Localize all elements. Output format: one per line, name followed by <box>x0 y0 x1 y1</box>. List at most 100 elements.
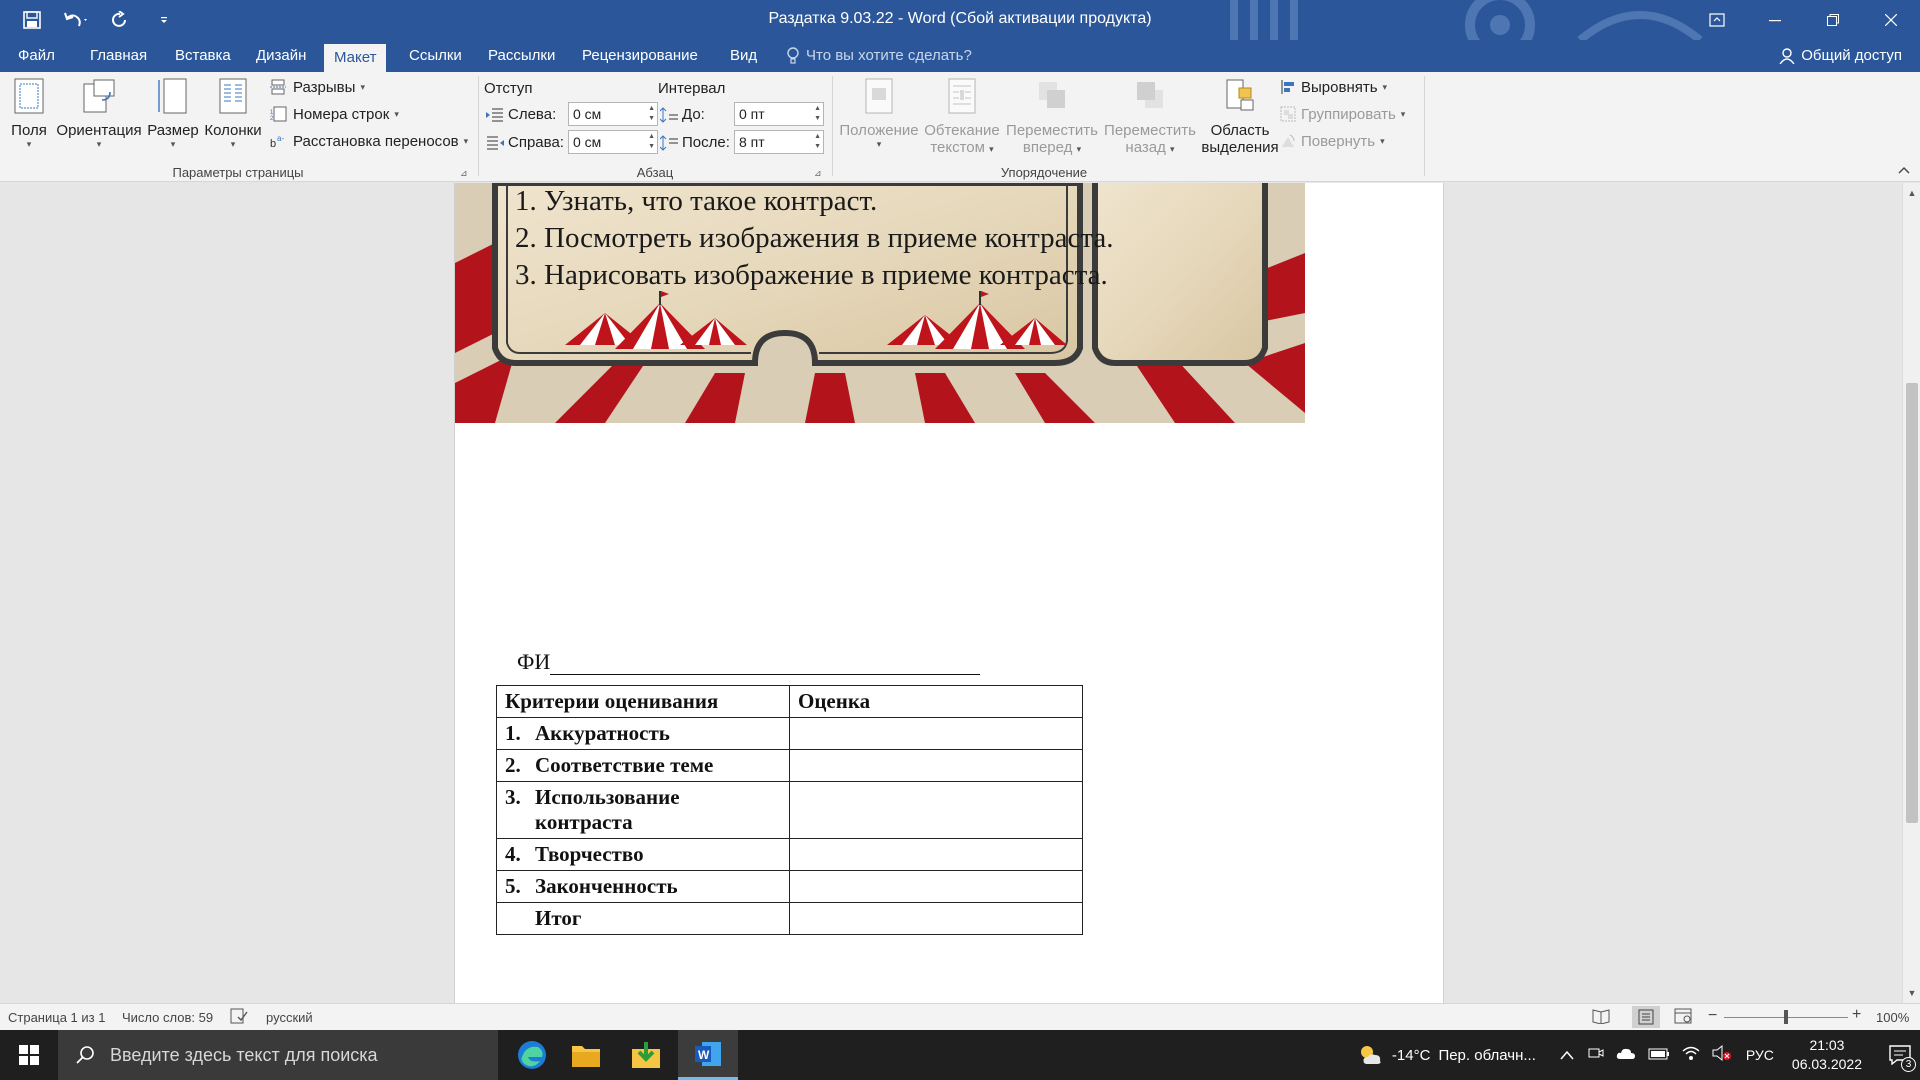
search-icon <box>76 1046 94 1064</box>
restore-icon[interactable] <box>1804 0 1862 40</box>
breaks-button[interactable]: Разрывы ▾ <box>270 76 365 98</box>
spin-arrows-icon[interactable]: ▲ ▼ <box>648 132 655 152</box>
battery-icon[interactable] <box>1648 1047 1670 1064</box>
minimize-icon[interactable] <box>1746 0 1804 40</box>
tab-insert[interactable]: Вставка <box>165 40 241 72</box>
position-button[interactable]: Положение ▾ <box>838 78 920 150</box>
table-cell[interactable]: Итог <box>496 902 790 935</box>
tab-design[interactable]: Дизайн <box>246 40 316 72</box>
vertical-scrollbar[interactable]: ▲ ▼ <box>1902 183 1920 1003</box>
table-cell[interactable]: 2. Соответствие теме <box>496 749 790 782</box>
score-cell[interactable] <box>789 870 1083 903</box>
zoom-level[interactable]: 100% <box>1876 1010 1909 1025</box>
table-cell[interactable]: 4. Творчество <box>496 838 790 871</box>
line-numbers-button[interactable]: 12 Номера строк ▾ <box>270 103 399 125</box>
weather-temp[interactable]: -14°C <box>1392 1047 1431 1064</box>
tell-me-box[interactable]: Что вы хотите сделать? <box>786 40 972 72</box>
selection-pane-button[interactable]: Область выделения <box>1194 78 1286 156</box>
volume-muted-icon[interactable] <box>1712 1044 1732 1065</box>
score-cell[interactable] <box>789 717 1083 750</box>
send-backward-button[interactable]: Переместить назад ▾ <box>1102 78 1198 156</box>
print-layout-icon[interactable] <box>1632 1006 1660 1028</box>
indent-left-input[interactable]: 0 см ▲ ▼ <box>568 102 658 126</box>
tab-layout[interactable]: Макет <box>324 44 387 72</box>
score-cell[interactable] <box>789 838 1083 871</box>
dialog-launcher-icon[interactable]: ⊿ <box>814 168 824 178</box>
notification-center-icon[interactable]: 3 <box>1880 1030 1920 1080</box>
spin-arrows-icon[interactable]: ▲ ▼ <box>648 104 655 124</box>
size-button[interactable]: Размер ▾ <box>146 78 200 150</box>
meet-now-icon[interactable] <box>1588 1045 1604 1065</box>
close-icon[interactable] <box>1862 0 1920 40</box>
weather-text[interactable]: Пер. облачн... <box>1438 1047 1535 1064</box>
rotate-icon <box>1282 134 1295 147</box>
tab-review[interactable]: Рецензирование <box>572 40 708 72</box>
edge-browser-icon[interactable] <box>502 1030 562 1080</box>
bring-forward-button[interactable]: Переместить вперед ▾ <box>1004 78 1100 156</box>
dialog-launcher-icon[interactable]: ⊿ <box>460 168 470 178</box>
input-language[interactable]: РУС <box>1746 1047 1774 1063</box>
margins-button[interactable]: Поля ▾ <box>8 78 50 150</box>
chevron-down-icon: ▾ <box>989 144 994 154</box>
scroll-down-icon[interactable]: ▼ <box>1903 985 1920 1001</box>
rotate-button[interactable]: Повернуть ▾ <box>1280 130 1385 152</box>
spacing-before-input[interactable]: 0 пт ▲ ▼ <box>734 102 824 126</box>
zoom-slider-thumb[interactable] <box>1784 1010 1788 1024</box>
row-number: 5. <box>505 874 521 898</box>
clock-time: 21:03 <box>1809 1037 1845 1053</box>
file-explorer-icon[interactable] <box>556 1030 616 1080</box>
weather-icon[interactable] <box>1356 1043 1384 1067</box>
scrollbar-thumb[interactable] <box>1906 383 1918 823</box>
wrap-text-button[interactable]: Обтекание текстом ▾ <box>922 78 1002 156</box>
selection-pane-label-2: выделения <box>1201 139 1279 156</box>
indent-left-text: Слева: <box>508 106 557 123</box>
document-page[interactable]: 1. Узнать, что такое контраст. 2. Посмот… <box>454 183 1444 1003</box>
collapse-ribbon-icon[interactable] <box>1898 163 1910 177</box>
chevron-down-icon: ▾ <box>360 81 365 92</box>
spin-arrows-icon[interactable]: ▲ ▼ <box>814 132 821 152</box>
score-cell[interactable] <box>789 749 1083 782</box>
page-count[interactable]: Страница 1 из 1 <box>8 1010 105 1025</box>
proofing-icon[interactable] <box>230 1008 248 1027</box>
align-button[interactable]: Выровнять ▾ <box>1280 76 1387 98</box>
scroll-up-icon[interactable]: ▲ <box>1903 185 1920 201</box>
language-indicator[interactable]: русский <box>266 1010 313 1025</box>
orientation-button[interactable]: Ориентация ▾ <box>56 78 142 150</box>
web-layout-icon[interactable] <box>1674 1008 1692 1027</box>
tab-file[interactable]: Файл <box>8 40 65 72</box>
score-cell[interactable] <box>789 902 1083 935</box>
wifi-icon[interactable] <box>1682 1045 1700 1065</box>
group-button[interactable]: Группировать ▾ <box>1280 103 1405 125</box>
hyphenation-button[interactable]: b a- Расстановка переносов ▾ <box>270 130 468 152</box>
clock[interactable]: 21:03 06.03.2022 <box>1792 1036 1862 1074</box>
read-mode-icon[interactable] <box>1592 1008 1610 1027</box>
indent-right-input[interactable]: 0 см ▲ ▼ <box>568 130 658 154</box>
tab-home[interactable]: Главная <box>80 40 157 72</box>
taskbar-search-box[interactable]: Введите здесь текст для поиска <box>58 1030 498 1080</box>
share-button[interactable]: Общий доступ <box>1779 40 1902 72</box>
spin-arrows-icon[interactable]: ▲ ▼ <box>814 104 821 124</box>
onedrive-icon[interactable] <box>1616 1046 1636 1064</box>
word-app-icon[interactable]: W <box>678 1030 738 1080</box>
tab-view[interactable]: Вид <box>720 40 767 72</box>
chevron-up-icon[interactable] <box>1560 1047 1574 1064</box>
word-count[interactable]: Число слов: 59 <box>122 1010 213 1025</box>
hyphenation-label: Расстановка переносов <box>293 132 459 150</box>
table-cell[interactable]: 5. Законченность <box>496 870 790 903</box>
table-cell[interactable]: 1. Аккуратность <box>496 717 790 750</box>
table-header-cell[interactable]: Критерии оценивания <box>496 685 790 718</box>
spacing-after-input[interactable]: 8 пт ▲ ▼ <box>734 130 824 154</box>
chevron-down-icon: ▾ <box>463 135 469 146</box>
windows-start-icon[interactable] <box>0 1030 58 1080</box>
tab-mailings[interactable]: Рассылки <box>478 40 565 72</box>
table-header-cell[interactable]: Оценка <box>789 685 1083 718</box>
ribbon-display-options-icon[interactable] <box>1688 0 1746 40</box>
downloads-app-icon[interactable] <box>616 1030 676 1080</box>
columns-button[interactable]: Колонки ▾ <box>202 78 264 150</box>
tab-references[interactable]: Ссылки <box>399 40 472 72</box>
score-cell[interactable] <box>789 781 1083 839</box>
table-cell[interactable]: 3. Использование контраста <box>496 781 790 839</box>
columns-icon <box>219 78 247 114</box>
zoom-in-icon[interactable]: + <box>1852 1006 1861 1024</box>
zoom-out-icon[interactable]: − <box>1708 1007 1717 1025</box>
